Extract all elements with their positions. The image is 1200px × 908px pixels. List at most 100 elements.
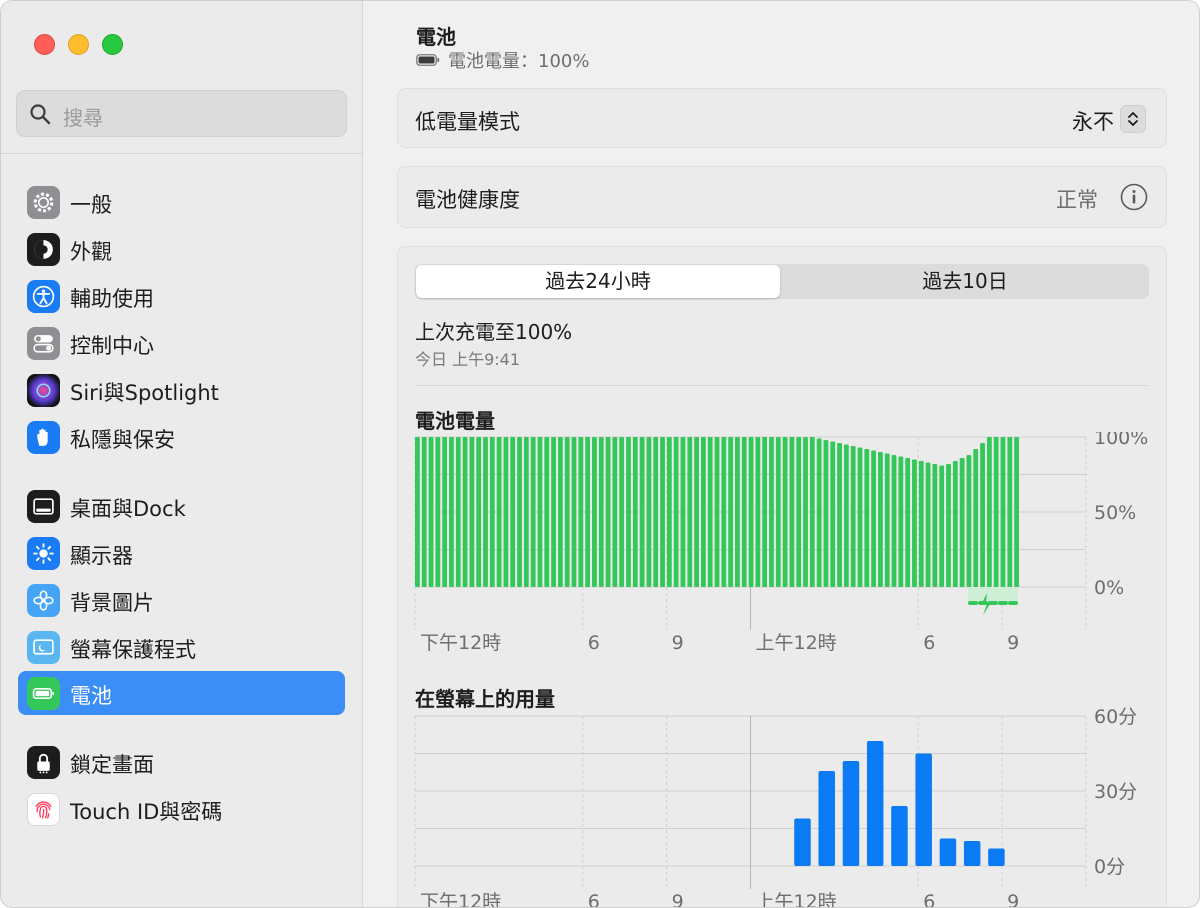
low-power-value[interactable]: 永不	[1072, 106, 1114, 136]
sidebar-item-label: 電池	[70, 684, 112, 708]
battery-bar	[959, 458, 965, 587]
battery-bar	[864, 449, 870, 587]
time-range-segmented-control: 過去24小時 過去10日	[415, 264, 1149, 299]
sidebar-item-privacy[interactable]: 私隱與保安	[18, 415, 345, 459]
sidebar-item-label: 一般	[70, 193, 112, 217]
flower-icon	[27, 584, 60, 617]
sidebar-item-screensaver[interactable]: 螢幕保護程式	[18, 625, 345, 669]
battery-bar	[884, 453, 890, 587]
sidebar-item-touch-id[interactable]: Touch ID與密碼	[18, 787, 345, 831]
sidebar-item-siri[interactable]: Siri與Spotlight	[18, 368, 345, 412]
battery-bar	[871, 450, 877, 587]
battery-bar	[530, 437, 536, 587]
minimize-button[interactable]	[68, 34, 89, 55]
battery-bar	[653, 437, 659, 587]
sidebar-item-label: Touch ID與密碼	[70, 800, 223, 824]
low-power-row: 低電量模式 永不	[397, 88, 1167, 148]
battery-bar	[912, 459, 917, 587]
close-button[interactable]	[34, 34, 55, 55]
battery-bar	[619, 437, 625, 587]
sidebar-item-wallpaper[interactable]: 背景圖片	[18, 578, 345, 622]
sidebar-item-label: 螢幕保護程式	[70, 638, 196, 662]
search-field[interactable]: 搜尋	[16, 90, 347, 137]
battery-status: 電池電量：100%	[416, 47, 589, 73]
battery-bar	[700, 437, 706, 587]
sidebar-item-accessibility[interactable]: 輔助使用	[18, 274, 345, 318]
battery-bar	[415, 437, 420, 587]
battery-bar	[714, 437, 720, 587]
battery-bar	[782, 437, 788, 587]
sidebar-item-label: 外觀	[70, 240, 112, 264]
y-tick-label: 60分	[1094, 707, 1137, 728]
zoom-button[interactable]	[102, 34, 123, 55]
battery-bar	[986, 437, 992, 587]
battery-bar	[843, 444, 849, 587]
sidebar-item-general[interactable]: 一般	[18, 180, 345, 224]
last-charge-time: 今日 上午9:41	[415, 350, 521, 369]
sidebar-item-displays[interactable]: 顯示器	[18, 531, 345, 575]
usage-bar	[988, 848, 1005, 866]
sidebar-item-label: 鎖定畫面	[70, 753, 154, 777]
battery-bar	[449, 437, 454, 587]
battery-bar	[476, 437, 482, 587]
sidebar-item-battery[interactable]: 電池	[18, 671, 345, 715]
battery-bar	[741, 437, 747, 587]
battery-bar	[680, 437, 686, 587]
y-tick-label: 50%	[1094, 502, 1136, 524]
page-title: 電池	[416, 25, 456, 49]
battery-bar	[687, 437, 693, 587]
brightness-icon	[27, 537, 60, 570]
sidebar-item-appearance[interactable]: 外觀	[18, 227, 345, 271]
battery-bar	[510, 437, 516, 587]
battery-bar	[544, 437, 550, 587]
battery-bar	[612, 437, 618, 587]
battery-bar	[496, 437, 502, 587]
sidebar-item-lock-screen[interactable]: 鎖定畫面	[18, 740, 345, 784]
hand-icon	[27, 421, 60, 454]
battery-bar	[769, 437, 774, 587]
gear-icon	[27, 186, 60, 219]
low-power-label: 低電量模式	[415, 110, 520, 134]
y-tick-label: 0分	[1094, 856, 1125, 878]
battery-bar	[564, 437, 570, 587]
x-tick-label: 下午12時	[420, 632, 501, 654]
battery-bar	[796, 437, 802, 587]
battery-bar	[918, 461, 924, 587]
battery-bar	[721, 437, 727, 587]
siri-icon	[27, 374, 60, 407]
sidebar-item-label: 桌面與Dock	[70, 497, 186, 521]
screen-usage-chart: 60分 30分 0分下午12時 6 9 上午12時 6 9	[414, 707, 1137, 907]
battery-bar	[578, 437, 584, 587]
sidebar: 搜尋 一般 外觀 輔助使用 控制中心 Siri與Spotlight 私隱與保安 …	[1, 1, 363, 907]
battery-bar	[973, 449, 979, 587]
fingerprint-icon	[27, 793, 60, 826]
battery-bar	[585, 437, 591, 587]
battery-bar	[755, 437, 761, 587]
battery-bar	[775, 437, 781, 587]
x-tick-label: 9	[672, 632, 684, 654]
chevron-updown-icon	[1128, 112, 1138, 126]
low-power-popup-button[interactable]	[1120, 105, 1146, 133]
sidebar-divider	[1, 153, 363, 154]
battery-bar	[537, 437, 543, 587]
usage-bar	[818, 771, 835, 866]
battery-icon	[416, 54, 440, 66]
sidebar-item-desktop-dock[interactable]: 桌面與Dock	[18, 484, 345, 528]
battery-bar	[673, 437, 679, 587]
battery-bar	[823, 440, 829, 587]
tab-last-10-days[interactable]: 過去10日	[782, 265, 1148, 298]
usage-bar	[939, 838, 957, 866]
tab-last-24-hours[interactable]: 過去24小時	[416, 265, 780, 298]
sidebar-item-control-center[interactable]: 控制中心	[18, 321, 345, 365]
battery-bar	[932, 464, 938, 587]
screensaver-icon	[27, 631, 60, 664]
battery-bar	[646, 437, 652, 587]
battery-bar	[428, 437, 434, 587]
battery-bar	[789, 437, 795, 587]
info-icon[interactable]	[1120, 183, 1148, 211]
battery-bar	[605, 437, 611, 587]
sidebar-item-label: 背景圖片	[70, 591, 154, 615]
battery-bar	[1014, 437, 1019, 587]
x-tick-label: 6	[588, 632, 600, 654]
battery-bar	[735, 437, 740, 587]
